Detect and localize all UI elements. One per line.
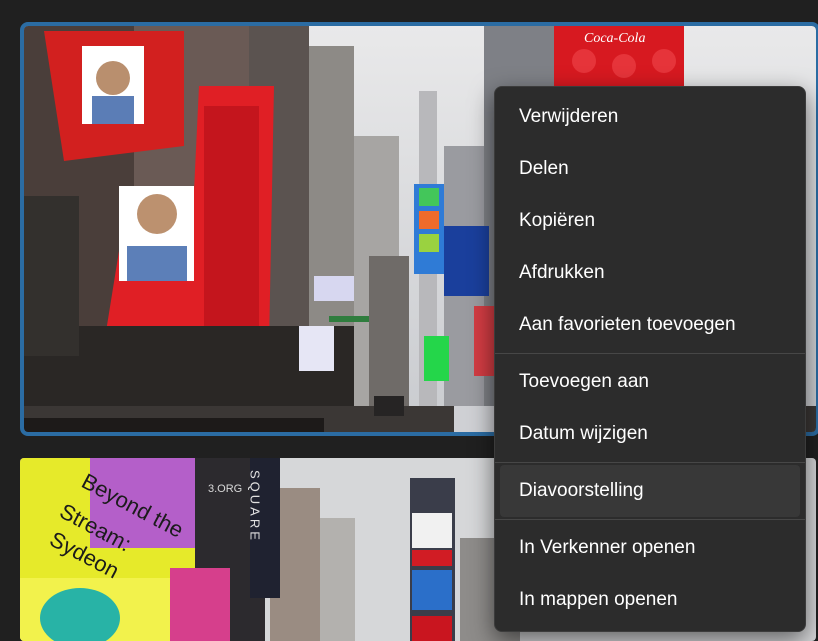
- menu-item-print[interactable]: Afdrukken: [500, 247, 800, 299]
- menu-separator: [495, 519, 805, 520]
- menu-item-open-in-explorer[interactable]: In Verkenner openen: [500, 522, 800, 574]
- menu-item-slideshow[interactable]: Diavoorstelling: [500, 465, 800, 517]
- billboard-text-org: 3.ORG: [208, 483, 242, 495]
- context-menu: Verwijderen Delen Kopiëren Afdrukken Aan…: [494, 86, 806, 632]
- menu-item-change-date[interactable]: Datum wijzigen: [500, 408, 800, 460]
- menu-separator: [495, 353, 805, 354]
- coca-cola-sign-text: Coca-Cola: [584, 31, 645, 46]
- menu-separator: [495, 462, 805, 463]
- square-sign-text: SQUARE: [248, 470, 263, 543]
- menu-item-open-in-folders[interactable]: In mappen openen: [500, 574, 800, 626]
- menu-item-copy[interactable]: Kopiëren: [500, 195, 800, 247]
- menu-item-delete[interactable]: Verwijderen: [500, 91, 800, 143]
- menu-item-share[interactable]: Delen: [500, 143, 800, 195]
- menu-item-add-to[interactable]: Toevoegen aan: [500, 356, 800, 408]
- menu-item-add-to-favorites[interactable]: Aan favorieten toevoegen: [500, 299, 800, 351]
